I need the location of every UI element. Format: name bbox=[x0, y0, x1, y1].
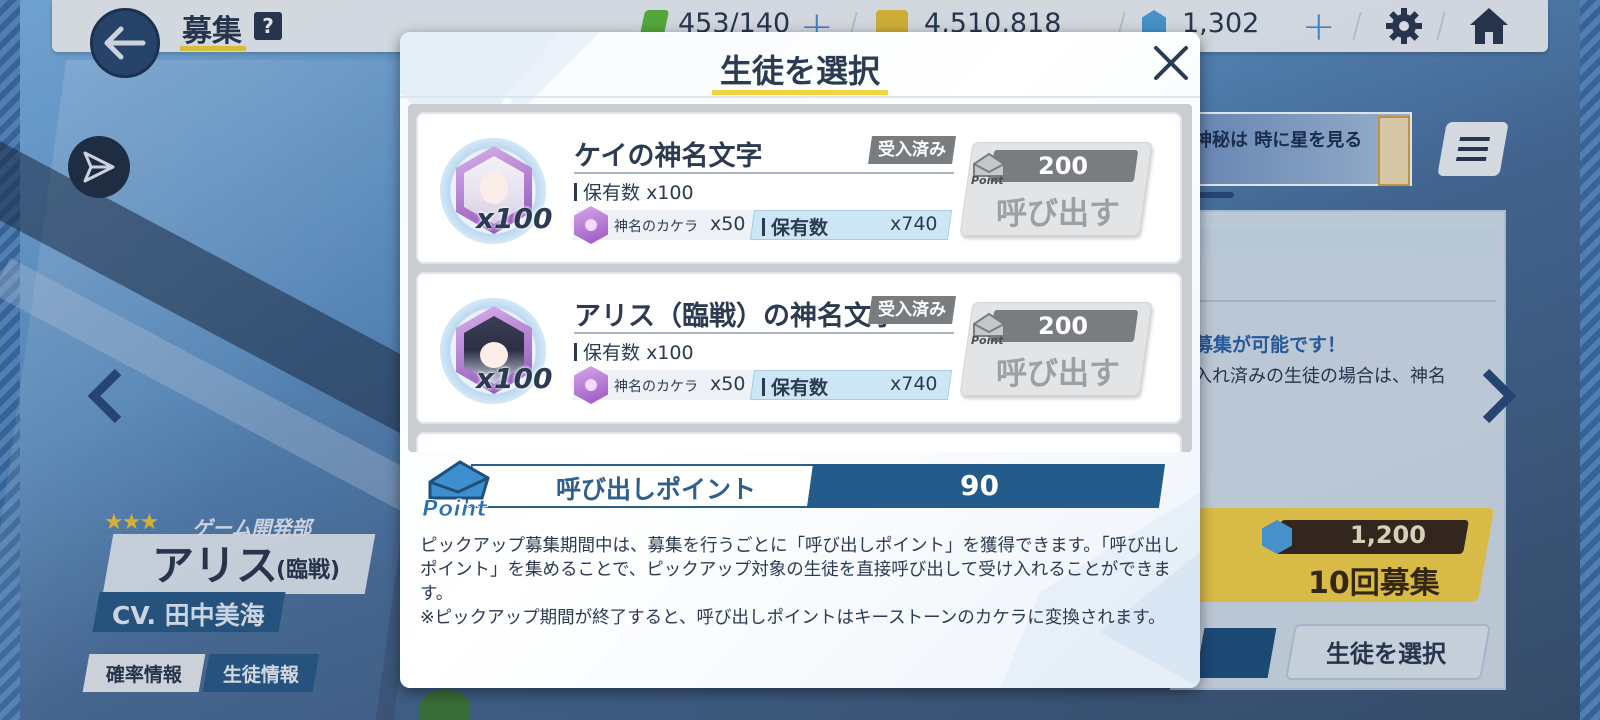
bar-marker bbox=[762, 378, 765, 396]
kamera-icon-core bbox=[585, 219, 597, 231]
kamera-owned-label: 保有数 bbox=[771, 217, 829, 239]
point-envelope-icon: Point bbox=[971, 312, 1005, 346]
kamera-owned-qty: x740 bbox=[890, 213, 938, 235]
list-item-partial bbox=[416, 432, 1182, 452]
point-envelope-icon: Point bbox=[422, 460, 490, 520]
bar-marker bbox=[574, 343, 577, 361]
name-underline bbox=[574, 172, 954, 174]
call-cost: 200 bbox=[1038, 312, 1089, 340]
owned-label: 保有数 bbox=[583, 342, 641, 364]
owned-qty: x100 bbox=[646, 182, 694, 204]
item-name: アリス（臨戦）の神名文字 bbox=[574, 301, 898, 332]
avatar-quantity: x100 bbox=[476, 202, 553, 235]
list-item: x100 アリス（臨戦）の神名文字 受入済み 保有数 x100 神名のカケラ x… bbox=[416, 272, 1182, 424]
kamera-owned: 保有数 bbox=[762, 373, 828, 400]
description-note: ※ピックアップ期間が終了すると、呼び出しポイントはキーストーンのカケラに変換され… bbox=[420, 608, 1166, 628]
call-button-label: 呼び出す bbox=[996, 356, 1120, 392]
avatar-face bbox=[480, 172, 508, 204]
kamera-owned-qty: x740 bbox=[890, 373, 938, 395]
point-icon-label: Point bbox=[971, 334, 1004, 346]
points-icon-label: Point bbox=[422, 497, 488, 520]
point-envelope-icon: Point bbox=[971, 152, 1005, 186]
status-badge-label: 受入済み bbox=[878, 300, 946, 320]
points-label: 呼び出しポイント bbox=[556, 475, 757, 504]
kamera-owned: 保有数 bbox=[762, 213, 828, 240]
owned-qty: x100 bbox=[646, 342, 694, 364]
bar-marker bbox=[574, 183, 577, 201]
description-line: ピックアップ募集期間中は、募集を行うごとに「呼び出しポイント」を獲得できます。「… bbox=[420, 536, 1180, 604]
avatar-quantity: x100 bbox=[476, 362, 553, 395]
kamera-qty: x50 bbox=[710, 373, 746, 395]
kamera-qty: x50 bbox=[710, 213, 746, 235]
close-icon[interactable] bbox=[1152, 44, 1190, 82]
status-badge-label: 受入済み bbox=[878, 140, 946, 160]
kamera-label: 神名のカケラ bbox=[614, 219, 698, 235]
call-button-label: 呼び出す bbox=[996, 196, 1120, 232]
kamera-icon-core bbox=[585, 379, 597, 391]
modal-title: 生徒を選択 bbox=[719, 52, 880, 90]
owned-count: 保有数 x100 bbox=[574, 178, 694, 205]
owned-count: 保有数 x100 bbox=[574, 338, 694, 365]
select-student-modal: 生徒を選択 x100 ケイの神名文字 受入済み 保有数 x100 神名のカケラ … bbox=[400, 32, 1200, 688]
kamera-label: 神名のカケラ bbox=[614, 379, 698, 395]
bar-marker bbox=[762, 218, 765, 236]
description: ピックアップ募集期間中は、募集を行うごとに「呼び出しポイント」を獲得できます。「… bbox=[420, 534, 1182, 630]
modal-header-divider bbox=[400, 96, 1200, 98]
owned-label: 保有数 bbox=[583, 182, 641, 204]
student-list[interactable]: x100 ケイの神名文字 受入済み 保有数 x100 神名のカケラ x50 保有… bbox=[408, 104, 1192, 452]
point-icon-label: Point bbox=[971, 174, 1004, 186]
kamera-owned-label: 保有数 bbox=[771, 377, 829, 399]
item-name: ケイの神名文字 bbox=[574, 141, 763, 172]
status-badge: 受入済み bbox=[868, 136, 956, 164]
name-underline bbox=[574, 332, 954, 334]
call-cost: 200 bbox=[1038, 152, 1089, 180]
points-value: 90 bbox=[960, 469, 999, 502]
list-item: x100 ケイの神名文字 受入済み 保有数 x100 神名のカケラ x50 保有… bbox=[416, 112, 1182, 264]
modal-title-underline bbox=[712, 90, 888, 95]
status-badge: 受入済み bbox=[868, 296, 956, 324]
